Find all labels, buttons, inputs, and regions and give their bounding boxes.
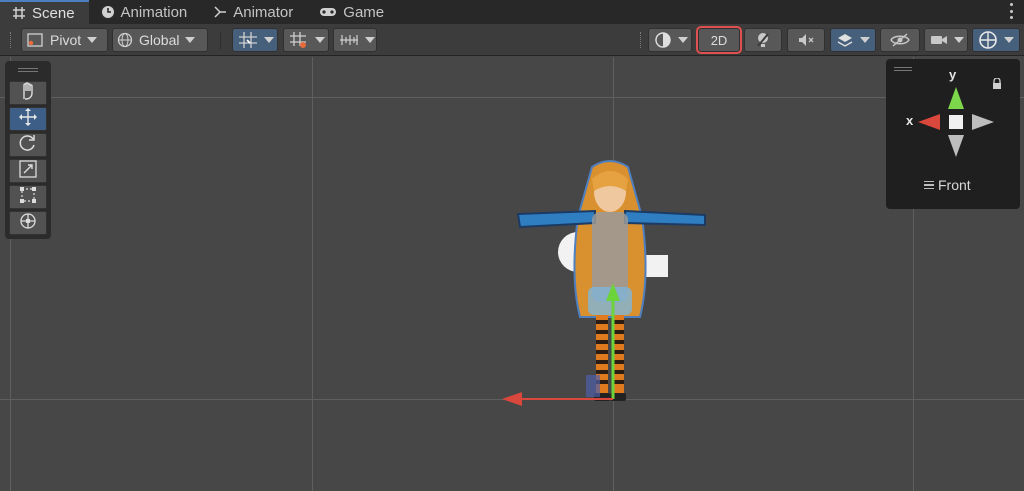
shading-sphere-icon <box>654 31 672 49</box>
toolbar-grip[interactable] <box>10 32 12 48</box>
gizmo-handle[interactable] <box>894 67 912 71</box>
character-sprite[interactable] <box>500 157 720 407</box>
toolbar-grip[interactable] <box>640 32 642 48</box>
neg-x-cone-icon <box>972 114 994 130</box>
chevron-down-icon <box>365 37 375 43</box>
chevron-down-icon <box>860 37 870 43</box>
effects-dropdown[interactable] <box>830 28 876 52</box>
palette-handle[interactable] <box>9 65 47 75</box>
globe-icon <box>117 32 133 48</box>
tab-scene[interactable]: Scene <box>0 0 89 24</box>
gamepad-icon <box>319 5 337 19</box>
chevron-down-icon <box>1004 37 1014 43</box>
ruler-snap-toggle[interactable] <box>333 28 377 52</box>
hand-tool-button[interactable] <box>9 81 47 105</box>
2d-mode-toggle[interactable]: 2D <box>696 26 742 54</box>
chevron-down-icon <box>87 37 98 43</box>
clock-icon <box>101 5 115 19</box>
grid-line <box>0 97 1024 98</box>
scene-toolbar: Pivot Global 2D <box>0 24 1024 56</box>
incremental-snap-toggle[interactable] <box>283 28 329 52</box>
rotate-tool-button[interactable] <box>9 133 47 157</box>
neg-y-cone-icon <box>948 135 964 157</box>
more-options-icon[interactable] <box>1008 3 1014 19</box>
global-label: Global <box>139 32 180 48</box>
tab-scene-label: Scene <box>32 4 75 22</box>
rect-tool-button[interactable] <box>9 185 47 209</box>
gizmo-axis-x-label: x <box>906 113 914 128</box>
move-tool-button[interactable] <box>9 107 47 131</box>
tab-animator-label: Animator <box>233 3 294 21</box>
ruler-icon <box>339 32 359 48</box>
lighting-toggle[interactable] <box>744 28 782 52</box>
draw-mode-dropdown[interactable] <box>648 28 692 52</box>
scale-icon <box>18 159 38 184</box>
axis-cones[interactable] <box>916 85 996 165</box>
camera-icon <box>930 33 948 47</box>
pivot-dropdown[interactable]: Pivot <box>21 28 108 52</box>
snap-increment-icon <box>289 31 309 49</box>
chevron-down-icon <box>678 37 688 43</box>
center-cube-icon <box>949 115 963 129</box>
rect-transform-icon <box>18 185 38 210</box>
gizmo-axis-y-label: y <box>949 67 957 82</box>
2d-mode-label: 2D <box>710 32 728 48</box>
chevron-down-icon <box>264 37 274 43</box>
scale-tool-button[interactable] <box>9 159 47 183</box>
grid-snap-icon <box>238 31 258 49</box>
scene-visibility-toggle[interactable] <box>880 28 920 52</box>
x-axis-arrow-icon <box>502 392 522 406</box>
tab-bar: Scene Animation Animator Game <box>0 0 1024 24</box>
chevron-down-icon <box>315 37 325 43</box>
camera-settings-dropdown[interactable] <box>924 28 968 52</box>
chevron-down-icon <box>185 37 196 43</box>
gizmo-sphere-icon <box>978 30 998 50</box>
layers-effects-icon <box>836 32 854 48</box>
global-dropdown[interactable]: Global <box>112 28 208 52</box>
transform-combo-icon <box>18 211 38 236</box>
menu-icon <box>924 180 934 190</box>
audio-toggle[interactable] <box>787 28 825 52</box>
hand-icon <box>18 81 38 106</box>
view-orientation-label[interactable]: Front <box>924 177 971 193</box>
tab-game[interactable]: Game <box>307 0 398 24</box>
y-cone-icon <box>948 87 964 109</box>
tab-animator[interactable]: Animator <box>201 0 307 24</box>
tab-game-label: Game <box>343 3 385 21</box>
scene-viewport[interactable]: y x Front <box>0 57 1024 491</box>
grid-snapping-toggle[interactable] <box>232 28 278 52</box>
toolbar-separator <box>220 32 221 50</box>
pivot-icon <box>26 32 44 48</box>
chevron-down-icon <box>954 37 964 43</box>
grid-line <box>312 57 313 491</box>
x-cone-icon <box>918 114 940 130</box>
view-name: Front <box>938 177 971 193</box>
eye-hidden-icon <box>889 32 911 48</box>
grid-hash-icon <box>12 6 26 20</box>
pivot-label: Pivot <box>50 32 82 48</box>
tab-animation[interactable]: Animation <box>89 0 202 24</box>
rotate-icon <box>18 133 38 158</box>
tools-palette <box>5 61 51 239</box>
orientation-gizmo[interactable]: y x Front <box>886 59 1020 209</box>
speaker-mute-icon <box>797 32 815 48</box>
gizmos-dropdown[interactable] <box>972 28 1020 52</box>
move-arrows-icon <box>18 107 38 132</box>
animator-graph-icon <box>213 5 227 19</box>
light-bulb-icon <box>755 31 771 49</box>
tab-animation-label: Animation <box>120 3 188 21</box>
transform-tool-button[interactable] <box>9 211 47 235</box>
